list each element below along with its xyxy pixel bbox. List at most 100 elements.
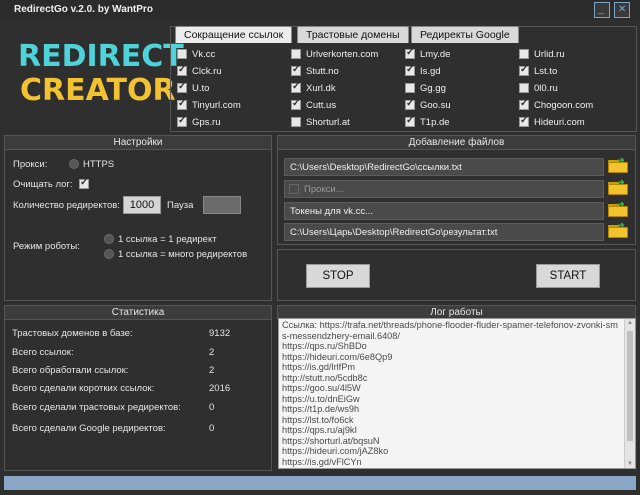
pause-input[interactable] xyxy=(203,196,241,214)
domain-item[interactable]: Cutt.us xyxy=(291,98,336,112)
https-radio[interactable] xyxy=(69,159,79,169)
log-lines: Ссылка: https://trafa.net/threads/phone-… xyxy=(282,320,622,467)
domain-item[interactable]: Is.gd xyxy=(405,64,441,78)
domain-item[interactable]: Shorturl.at xyxy=(291,115,350,129)
domain-item[interactable]: Stutt.no xyxy=(291,64,339,78)
domain-item[interactable]: Urlverkorten.com xyxy=(291,47,378,61)
redirect-count-input[interactable]: 1000 xyxy=(123,196,161,214)
domain-checkbox[interactable] xyxy=(291,98,301,110)
domain-item[interactable]: Tinyurl.com xyxy=(177,98,241,112)
proxy-checkbox[interactable] xyxy=(289,184,299,194)
log-scrollbar[interactable]: ▲ ▼ xyxy=(624,319,635,468)
domain-checkbox[interactable] xyxy=(405,98,415,110)
tab-short-links[interactable]: Сокращение ссылок xyxy=(175,26,293,43)
log-line: https://hideuri.com/jAZ8ko xyxy=(282,446,389,456)
domain-checkbox[interactable] xyxy=(291,81,301,93)
domain-checkbox[interactable] xyxy=(291,49,301,59)
scroll-down-icon[interactable]: ▼ xyxy=(627,461,633,467)
log-line: https://qps.ru/aj9kI xyxy=(282,425,358,435)
domain-item[interactable]: Lmy.de xyxy=(405,47,450,61)
window-title: RedirectGo v.2.0. by WantPro xyxy=(14,4,153,15)
open-folder-icon[interactable]: ➜ xyxy=(608,199,628,217)
proxy-path-field[interactable]: Прокси... xyxy=(284,180,604,198)
title-bar: RedirectGo v.2.0. by WantPro _ ✕ xyxy=(0,0,640,20)
domain-label: Is.gd xyxy=(420,65,441,77)
files-header: Добавление файлов xyxy=(278,136,635,150)
domain-checkbox[interactable] xyxy=(519,115,529,127)
links-path-field[interactable]: C:\Users\Desktop\RedirectGo\ссылки.txt xyxy=(284,158,604,176)
domain-checkbox[interactable] xyxy=(177,81,187,93)
domain-label: Xurl.dk xyxy=(306,82,336,94)
domain-checkbox[interactable] xyxy=(405,115,415,127)
domain-item[interactable]: Xurl.dk xyxy=(291,81,336,95)
tab-trust-domains[interactable]: Трастовые домены xyxy=(297,26,409,43)
result-path-field[interactable]: C:\Users\Царь\Desktop\RedirectGo\результ… xyxy=(284,223,604,241)
log-line: Ссылка: https://trafa.net/threads/phone-… xyxy=(282,320,618,341)
tab-google-redirects[interactable]: Редиректы Google xyxy=(411,26,519,43)
domain-label: Stutt.no xyxy=(306,65,339,77)
log-line: https://hideuri.com/6e8Qp9 xyxy=(282,351,393,362)
domain-item[interactable]: U.to xyxy=(177,81,209,95)
start-button[interactable]: START xyxy=(536,264,600,288)
domain-checkbox[interactable] xyxy=(177,115,187,127)
domain-checkbox[interactable] xyxy=(291,64,301,76)
domain-item[interactable]: Goo.su xyxy=(405,98,451,112)
mode-many-label: 1 ссылка = много редиректов xyxy=(118,249,248,260)
domain-item[interactable]: Chogoon.com xyxy=(519,98,593,112)
scroll-thumb[interactable] xyxy=(627,331,633,441)
stat-value: 0 xyxy=(209,402,215,413)
domain-checkbox[interactable] xyxy=(405,47,415,59)
close-icon[interactable]: ✕ xyxy=(614,2,630,18)
domain-checkbox[interactable] xyxy=(177,49,187,59)
open-folder-icon[interactable]: ➜ xyxy=(608,220,628,238)
domain-item[interactable]: Urlid.ru xyxy=(519,47,565,61)
log-line: https://is.gd/lrlfPm xyxy=(282,362,356,372)
domain-item[interactable]: Gg.gg xyxy=(405,81,446,95)
domain-item[interactable]: Hideuri.com xyxy=(519,115,585,129)
redirect-count-label: Количество редиректов: xyxy=(13,200,120,211)
log-output[interactable]: Ссылка: https://trafa.net/threads/phone-… xyxy=(278,318,636,469)
stat-value: 2016 xyxy=(209,383,231,394)
mode-radio-many[interactable] xyxy=(104,249,114,259)
stat-label: Трастовых доменов в базе: xyxy=(12,328,133,339)
scroll-up-icon[interactable]: ▲ xyxy=(627,320,633,326)
domain-item[interactable]: Clck.ru xyxy=(177,64,222,78)
domain-item[interactable]: Gps.ru xyxy=(177,115,221,129)
domain-label: Cutt.us xyxy=(306,99,337,111)
domain-label: Tinyurl.com xyxy=(192,99,241,111)
domain-checkbox[interactable] xyxy=(177,64,187,76)
domain-checkbox[interactable] xyxy=(177,98,187,110)
domain-checkbox[interactable] xyxy=(405,83,415,93)
log-line: https://shorturl.at/bqsuN xyxy=(282,435,380,446)
domain-item[interactable]: 0l0.ru xyxy=(519,81,558,95)
domain-label: Urlid.ru xyxy=(534,48,565,60)
open-folder-icon[interactable]: ➜ xyxy=(608,155,628,173)
clear-log-checkbox[interactable] xyxy=(79,177,89,189)
domain-checkbox[interactable] xyxy=(405,64,415,76)
domain-item[interactable]: T1p.de xyxy=(405,115,450,129)
domain-item[interactable]: Lst.to xyxy=(519,64,557,78)
logo-redirect: REDIRECT xyxy=(18,39,184,74)
domain-label: Lmy.de xyxy=(420,48,451,60)
domain-label: Chogoon.com xyxy=(534,99,594,111)
stat-value: 2 xyxy=(209,347,215,358)
stat-label: Всего сделали трастовых редиректов: xyxy=(12,402,181,413)
stat-value: 9132 xyxy=(209,328,231,339)
status-bar xyxy=(4,476,636,490)
domain-item[interactable]: Vk.cc xyxy=(177,47,215,61)
domain-checkbox[interactable] xyxy=(519,49,529,59)
domain-label: Urlverkorten.com xyxy=(306,48,379,60)
domain-checkbox[interactable] xyxy=(519,98,529,110)
domain-label: Vk.cc xyxy=(192,48,216,60)
domain-checkbox[interactable] xyxy=(291,117,301,127)
domain-checkbox[interactable] xyxy=(519,83,529,93)
statistics-panel: Статистика Трастовых доменов в базе: 9132… xyxy=(4,305,272,471)
mode-radio-one[interactable] xyxy=(104,234,114,244)
settings-panel: Настройки Прокси: HTTPS Очищать лог: Кол… xyxy=(4,135,272,301)
domain-checkbox[interactable] xyxy=(519,64,529,76)
open-folder-icon[interactable]: ➜ xyxy=(608,177,628,195)
log-line: https://goo.su/4l5W xyxy=(282,383,361,393)
minimize-icon[interactable]: _ xyxy=(594,2,610,18)
tokens-path-field[interactable]: Токены для vk.cc... xyxy=(284,202,604,220)
stop-button[interactable]: STOP xyxy=(306,264,370,288)
